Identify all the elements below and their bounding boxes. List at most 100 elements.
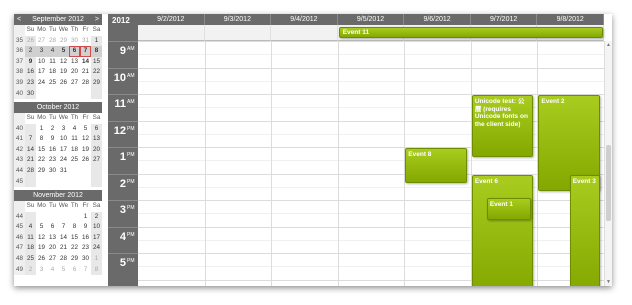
day-cell[interactable]: 16	[47, 145, 58, 156]
day-cell[interactable]: 11	[47, 57, 58, 68]
day-cell[interactable]: 29	[58, 36, 69, 47]
day-cell[interactable]: 8	[91, 264, 102, 276]
day-cell[interactable]	[47, 89, 58, 100]
day-cell[interactable]: 24	[58, 155, 69, 166]
day-cell[interactable]: 8	[91, 46, 102, 57]
calendar-event[interactable]: Event 3	[569, 174, 600, 286]
day-cell[interactable]: 29	[36, 166, 47, 177]
day-cell[interactable]: 29	[91, 77, 102, 89]
day-cell[interactable]: 5	[36, 222, 47, 233]
day-cell[interactable]: 2	[25, 46, 36, 57]
day-cell[interactable]: 1	[91, 35, 102, 47]
day-cell[interactable]: 3	[36, 46, 47, 57]
day-cell[interactable]: 13	[47, 233, 58, 244]
day-cell[interactable]: 25	[25, 253, 36, 265]
day-cell[interactable]: 5	[58, 265, 69, 276]
day-cell[interactable]: 27	[69, 78, 80, 89]
day-cell[interactable]: 19	[80, 145, 91, 156]
day-cell[interactable]: 7	[80, 265, 91, 276]
day-cell[interactable]: 14	[58, 233, 69, 244]
day-cell[interactable]: 7	[58, 222, 69, 233]
day-cell[interactable]: 9	[25, 56, 36, 68]
day-cell[interactable]: 6	[91, 123, 102, 135]
day-cell[interactable]: 21	[58, 243, 69, 254]
day-cell[interactable]	[80, 166, 91, 177]
day-cell[interactable]: 1	[91, 253, 102, 265]
day-cell[interactable]: 10	[58, 134, 69, 145]
day-cell[interactable]: 15	[69, 233, 80, 244]
day-cell[interactable]: 15	[91, 56, 102, 68]
day-cell[interactable]: 30	[80, 254, 91, 265]
calendar-event[interactable]: Event 6	[471, 174, 534, 286]
all-day-cell[interactable]	[204, 25, 272, 41]
vertical-scrollbar[interactable]: ▲ ▼	[604, 41, 612, 286]
day-cell[interactable]: 15	[36, 145, 47, 156]
day-cell[interactable]: 27	[47, 254, 58, 265]
day-cell[interactable]: 27	[36, 36, 47, 47]
day-column-header[interactable]: 9/6/2012	[404, 14, 471, 25]
day-cell[interactable]: 23	[25, 77, 36, 89]
day-cell[interactable]: 6	[69, 46, 80, 57]
day-cell[interactable]: 6	[69, 265, 80, 276]
day-cell[interactable]: 28	[25, 165, 36, 177]
day-cell[interactable]: 27	[91, 155, 102, 166]
day-cell[interactable]: 7	[80, 46, 91, 57]
day-cell[interactable]: 2	[25, 264, 36, 276]
day-cell[interactable]: 12	[58, 57, 69, 68]
day-cell[interactable]	[69, 177, 80, 188]
day-cell[interactable]: 19	[36, 243, 47, 254]
day-cell[interactable]: 4	[47, 265, 58, 276]
day-cell[interactable]	[58, 89, 69, 100]
day-cell[interactable]	[47, 212, 58, 223]
day-cell[interactable]: 20	[47, 243, 58, 254]
day-cell[interactable]: 20	[69, 67, 80, 78]
day-cell[interactable]	[80, 89, 91, 100]
day-cell[interactable]: 31	[80, 36, 91, 47]
day-cell[interactable]: 24	[36, 78, 47, 89]
day-cell[interactable]: 4	[69, 124, 80, 135]
day-cell[interactable]: 24	[91, 243, 102, 254]
calendar-event[interactable]: Event 8	[405, 148, 467, 184]
day-cell[interactable]	[69, 212, 80, 223]
day-cell[interactable]: 6	[47, 222, 58, 233]
time-grid[interactable]: Unicode test: 公曆 (requires Unicode fonts…	[138, 41, 604, 286]
day-cell[interactable]: 4	[47, 46, 58, 57]
all-day-event[interactable]: Event 11	[338, 27, 603, 38]
day-cell[interactable]: 30	[69, 36, 80, 47]
day-cell[interactable]: 18	[47, 67, 58, 78]
calendar-event[interactable]: Unicode test: 公曆 (requires Unicode fonts…	[471, 95, 534, 157]
day-cell[interactable]: 28	[58, 254, 69, 265]
day-column-header[interactable]: 9/7/2012	[470, 14, 538, 25]
day-cell[interactable]: 5	[58, 46, 69, 57]
day-cell[interactable]	[25, 123, 36, 135]
scroll-thumb[interactable]	[606, 145, 611, 221]
day-cell[interactable]: 3	[36, 265, 47, 276]
day-cell[interactable]: 10	[91, 222, 102, 233]
day-cell[interactable]	[91, 165, 102, 177]
day-cell[interactable]: 21	[80, 67, 91, 78]
day-cell[interactable]	[47, 177, 58, 188]
day-cell[interactable]: 14	[80, 57, 91, 68]
day-cell[interactable]: 12	[80, 134, 91, 145]
scroll-down-icon[interactable]: ▼	[606, 279, 611, 285]
day-cell[interactable]: 25	[69, 155, 80, 166]
day-cell[interactable]	[69, 89, 80, 100]
day-cell[interactable]: 4	[25, 222, 36, 233]
day-cell[interactable]: 17	[91, 232, 102, 244]
day-cell[interactable]: 11	[69, 134, 80, 145]
day-column-header[interactable]: 9/8/2012	[537, 14, 604, 25]
day-cell[interactable]	[58, 177, 69, 188]
day-cell[interactable]	[36, 212, 47, 223]
day-cell[interactable]: 23	[80, 243, 91, 254]
day-column-header[interactable]: 9/5/2012	[337, 14, 405, 25]
day-cell[interactable]: 8	[36, 134, 47, 145]
day-cell[interactable]: 18	[25, 243, 36, 254]
all-day-cell[interactable]	[138, 25, 205, 41]
day-cell[interactable]	[36, 177, 47, 188]
day-cell[interactable]: 21	[25, 155, 36, 166]
day-cell[interactable]: 22	[69, 243, 80, 254]
day-cell[interactable]: 2	[91, 211, 102, 223]
day-cell[interactable]: 18	[69, 145, 80, 156]
day-cell[interactable]: 17	[58, 145, 69, 156]
day-cell[interactable]: 28	[80, 78, 91, 89]
